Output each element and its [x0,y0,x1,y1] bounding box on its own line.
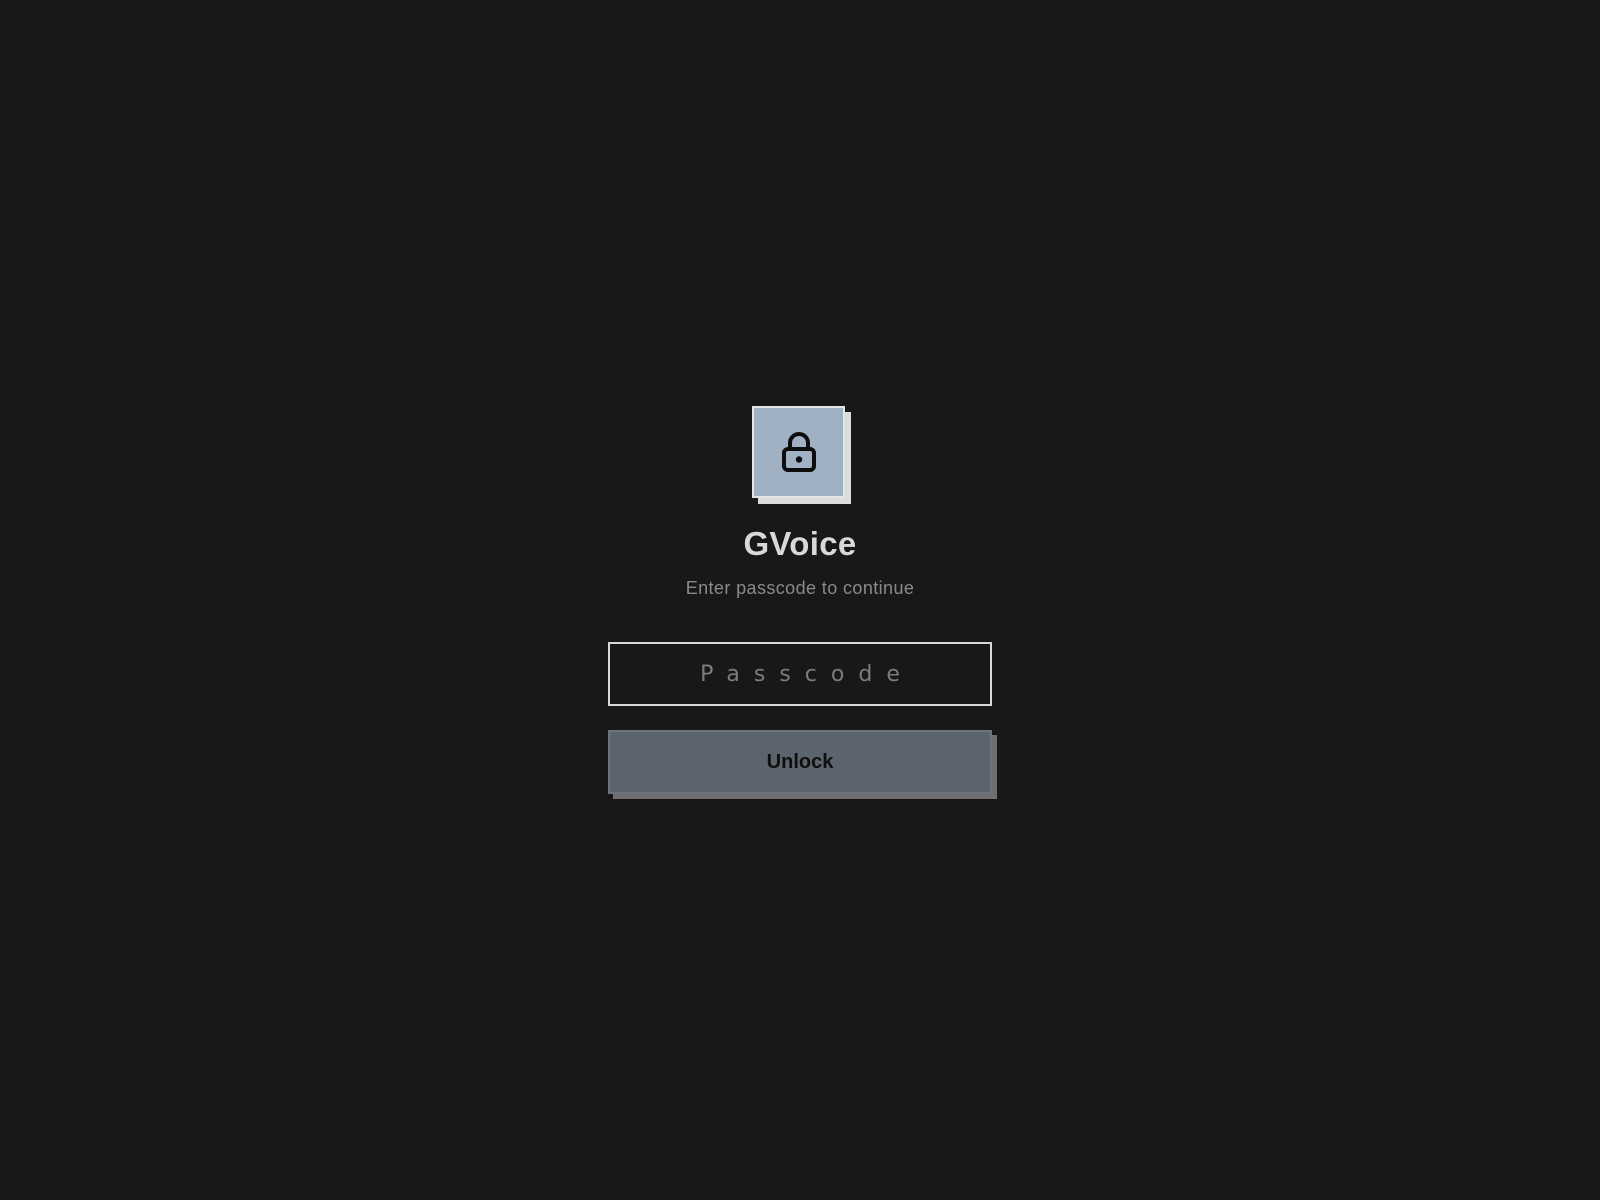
lock-badge [752,406,845,498]
app-title: GVoice [743,525,857,562]
passcode-input[interactable] [608,642,992,706]
lock-icon [781,431,817,473]
lock-screen: GVoice Enter passcode to continue Unlock [0,0,1600,1200]
unlock-button[interactable]: Unlock [608,730,992,794]
passcode-prompt: Enter passcode to continue [685,578,915,598]
